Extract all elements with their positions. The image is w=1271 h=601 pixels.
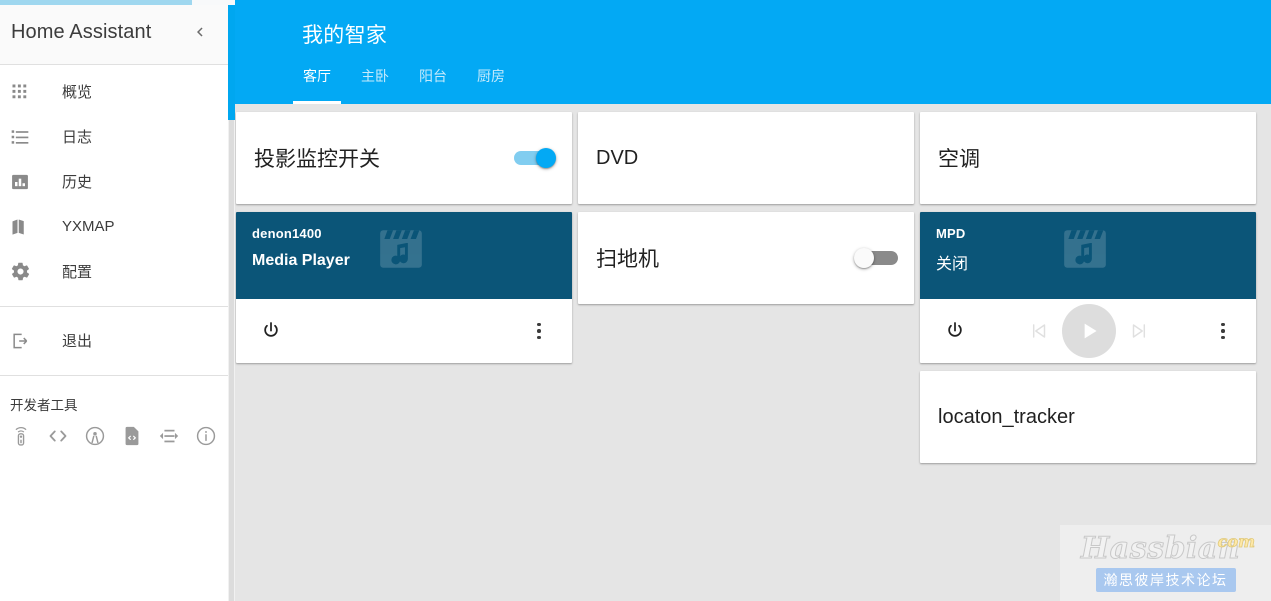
power-icon[interactable]	[254, 314, 288, 348]
sidebar: Home Assistant 概览 日志 历史 YXMAP 配置 退出 开发者工…	[0, 0, 228, 601]
entity-name: 扫地机	[596, 248, 659, 271]
toggle-knob	[854, 248, 874, 268]
page-scrollbar-lower[interactable]	[229, 120, 234, 601]
sidebar-item-label: YXMAP	[62, 218, 115, 235]
tab-label: 阳台	[419, 68, 447, 84]
card-column-1: 投影监控开关 denon1400 Media Player	[236, 112, 572, 363]
sidebar-item-history[interactable]: 历史	[0, 159, 228, 204]
sidebar-item-label: 日志	[62, 129, 93, 146]
toggle-projector-switch[interactable]	[512, 148, 556, 168]
entity-row: DVD	[578, 112, 914, 204]
toggle-vacuum[interactable]	[854, 248, 898, 268]
entity-name: 投影监控开关	[254, 148, 380, 171]
template-arrows-icon[interactable]	[157, 424, 181, 448]
sidebar-item-config[interactable]: 配置	[0, 249, 228, 294]
media-player-controls	[236, 299, 572, 363]
app-toolbar: 我的智家 客厅 主卧 阳台 厨房	[228, 0, 1271, 104]
main-area: 我的智家 客厅 主卧 阳台 厨房 投影监控开关 denon1400 Media …	[228, 0, 1271, 601]
developer-tools-heading: 开发者工具	[10, 398, 78, 413]
sidebar-item-label: 配置	[62, 264, 93, 281]
card-media-player-mpd: MPD 关闭	[920, 212, 1256, 363]
developer-tools-icons	[0, 424, 228, 448]
grid-apps-icon	[8, 80, 42, 104]
logout-icon	[8, 329, 42, 353]
play-icon[interactable]	[1062, 304, 1116, 358]
sidebar-title: Home Assistant	[11, 20, 152, 43]
chevron-left-icon[interactable]	[182, 14, 218, 50]
sidebar-item-logout[interactable]: 退出	[0, 318, 228, 363]
code-brackets-icon[interactable]	[46, 424, 70, 448]
skip-previous-icon[interactable]	[1026, 318, 1052, 344]
view-tabs: 客厅 主卧 阳台 厨房	[288, 64, 520, 104]
media-transport-controls	[972, 304, 1206, 358]
sidebar-divider-top	[0, 306, 228, 307]
entity-name: DVD	[596, 146, 639, 169]
card-vacuum: 扫地机	[578, 212, 914, 304]
card-column-3: 空调 MPD 关闭 locaton_tracker	[920, 112, 1256, 463]
card-projector-switch: 投影监控开关	[236, 112, 572, 204]
info-circle-icon[interactable]	[194, 424, 218, 448]
sidebar-item-label: 历史	[62, 174, 93, 191]
card-air-conditioner: 空调	[920, 112, 1256, 204]
top-progress-bar[interactable]	[0, 0, 192, 5]
entity-name: locaton_tracker	[938, 405, 1075, 428]
power-icon[interactable]	[938, 314, 972, 348]
sidebar-nav: 概览 日志 历史 YXMAP 配置 退出 开发者工具	[0, 65, 228, 448]
sidebar-item-label: 退出	[62, 333, 93, 350]
tab-label: 厨房	[477, 68, 505, 84]
card-dvd: DVD	[578, 112, 914, 204]
remote-control-icon[interactable]	[9, 424, 33, 448]
sidebar-item-yxmap[interactable]: YXMAP	[0, 204, 228, 249]
card-location-tracker: locaton_tracker	[920, 371, 1256, 463]
media-player-controls	[920, 299, 1256, 363]
card-column-2: DVD 扫地机	[578, 112, 914, 304]
tab-master-bedroom[interactable]: 主卧	[346, 64, 404, 104]
movie-music-icon	[1064, 230, 1106, 268]
entity-row: locaton_tracker	[920, 371, 1256, 463]
site-watermark: Hassbian com 瀚思彼岸技术论坛	[1060, 525, 1271, 601]
sidebar-item-overview[interactable]: 概览	[0, 69, 228, 114]
entity-name: 空调	[938, 148, 980, 171]
entity-row: 扫地机	[578, 212, 914, 304]
app-root: Home Assistant 概览 日志 历史 YXMAP 配置 退出 开发者工…	[0, 0, 1271, 601]
tab-living-room[interactable]: 客厅	[288, 64, 346, 104]
watermark-tld: com	[1217, 532, 1255, 552]
sidebar-header: Home Assistant	[0, 0, 228, 65]
toggle-knob	[536, 148, 556, 168]
card-media-player-denon1400: denon1400 Media Player	[236, 212, 572, 363]
top-scrollbar-track[interactable]	[192, 0, 235, 5]
entity-row: 空调	[920, 112, 1256, 204]
watermark-subtitle: 瀚思彼岸技术论坛	[1095, 568, 1236, 592]
page-title: 我的智家	[302, 24, 388, 47]
list-bullet-icon	[8, 125, 42, 149]
movie-music-icon	[380, 230, 422, 268]
media-player-banner: denon1400 Media Player	[236, 212, 572, 299]
page-scrollbar-thumb[interactable]	[228, 0, 235, 120]
media-player-banner: MPD 关闭	[920, 212, 1256, 299]
entity-row: 投影监控开关	[236, 112, 572, 204]
more-vertical-icon[interactable]	[522, 314, 556, 348]
skip-next-icon[interactable]	[1126, 318, 1152, 344]
sidebar-item-logbook[interactable]: 日志	[0, 114, 228, 159]
broadcast-antenna-icon[interactable]	[83, 424, 107, 448]
more-vertical-icon[interactable]	[1206, 314, 1240, 348]
tab-label: 主卧	[361, 68, 389, 84]
bar-chart-icon	[8, 170, 42, 194]
tab-label: 客厅	[303, 68, 331, 84]
file-code-icon[interactable]	[120, 424, 144, 448]
tab-balcony[interactable]: 阳台	[404, 64, 462, 104]
sidebar-item-label: 概览	[62, 84, 93, 101]
tab-kitchen[interactable]: 厨房	[462, 64, 520, 104]
map-icon	[8, 215, 42, 239]
watermark-brand: Hassbian	[1080, 531, 1241, 566]
gear-icon	[8, 260, 42, 284]
